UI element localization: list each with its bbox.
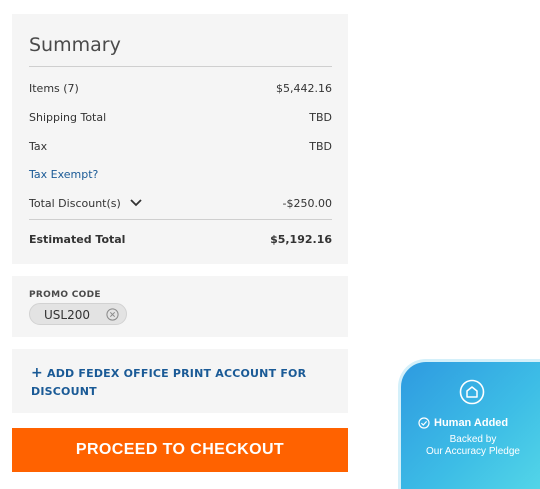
tax-value: TBD: [309, 139, 332, 153]
chevron-down-icon: [130, 198, 142, 206]
human-added-status: Human Added: [418, 417, 508, 429]
tax-label: Tax: [29, 139, 48, 153]
human-added-label: Human Added: [434, 417, 509, 429]
estimated-total-row: Estimated Total $5,192.16: [29, 231, 332, 247]
add-fedex-account-label: ADD FEDEX OFFICE PRINT ACCOUNT FOR DISCO…: [31, 367, 307, 398]
items-value: $5,442.16: [276, 81, 332, 95]
discount-value: -$250.00: [282, 196, 332, 210]
items-row: Items (7) $5,442.16: [29, 80, 332, 96]
tax-exempt-link[interactable]: Tax Exempt?: [29, 168, 98, 181]
order-summary-panel: Summary Items (7) $5,442.16 Shipping Tot…: [12, 14, 348, 264]
add-fedex-account-link[interactable]: + ADD FEDEX OFFICE PRINT ACCOUNT FOR DISC…: [31, 364, 321, 401]
check-circle-icon: [418, 417, 430, 429]
promo-code-label: PROMO CODE: [29, 290, 101, 300]
house-circle-icon: [459, 379, 485, 405]
accuracy-pledge-text: Backed by Our Accuracy Pledge: [412, 434, 534, 458]
promo-code-value: USL200: [44, 308, 90, 322]
total-divider: [29, 219, 332, 220]
shipping-row: Shipping Total TBD: [29, 109, 332, 125]
estimated-total-label: Estimated Total: [29, 232, 126, 246]
plus-icon: +: [31, 365, 43, 381]
tax-row: Tax TBD: [29, 138, 332, 154]
promo-code-panel: PROMO CODE USL200: [12, 276, 348, 337]
discount-row: Total Discount(s) -$250.00: [29, 195, 332, 211]
fedex-account-panel: + ADD FEDEX OFFICE PRINT ACCOUNT FOR DISC…: [12, 349, 348, 413]
tax-exempt-row: Tax Exempt?: [29, 166, 332, 182]
shipping-value: TBD: [309, 110, 332, 124]
accuracy-pledge-label: Our Accuracy Pledge: [426, 446, 520, 457]
close-circle-icon[interactable]: [106, 308, 119, 321]
promo-code-chip: USL200: [29, 303, 127, 325]
accuracy-pledge-badge[interactable]: Human Added Backed by Our Accuracy Pledg…: [398, 359, 540, 489]
estimated-total-value: $5,192.16: [270, 232, 332, 246]
discount-toggle[interactable]: Total Discount(s): [29, 197, 143, 210]
discount-label: Total Discount(s): [29, 196, 121, 210]
backed-by-text: Backed by: [449, 434, 497, 445]
proceed-to-checkout-button[interactable]: PROCEED TO CHECKOUT: [12, 428, 348, 472]
shipping-label: Shipping Total: [29, 110, 107, 124]
summary-divider: [29, 66, 332, 67]
items-label: Items (7): [29, 81, 79, 95]
summary-title: Summary: [29, 34, 121, 56]
